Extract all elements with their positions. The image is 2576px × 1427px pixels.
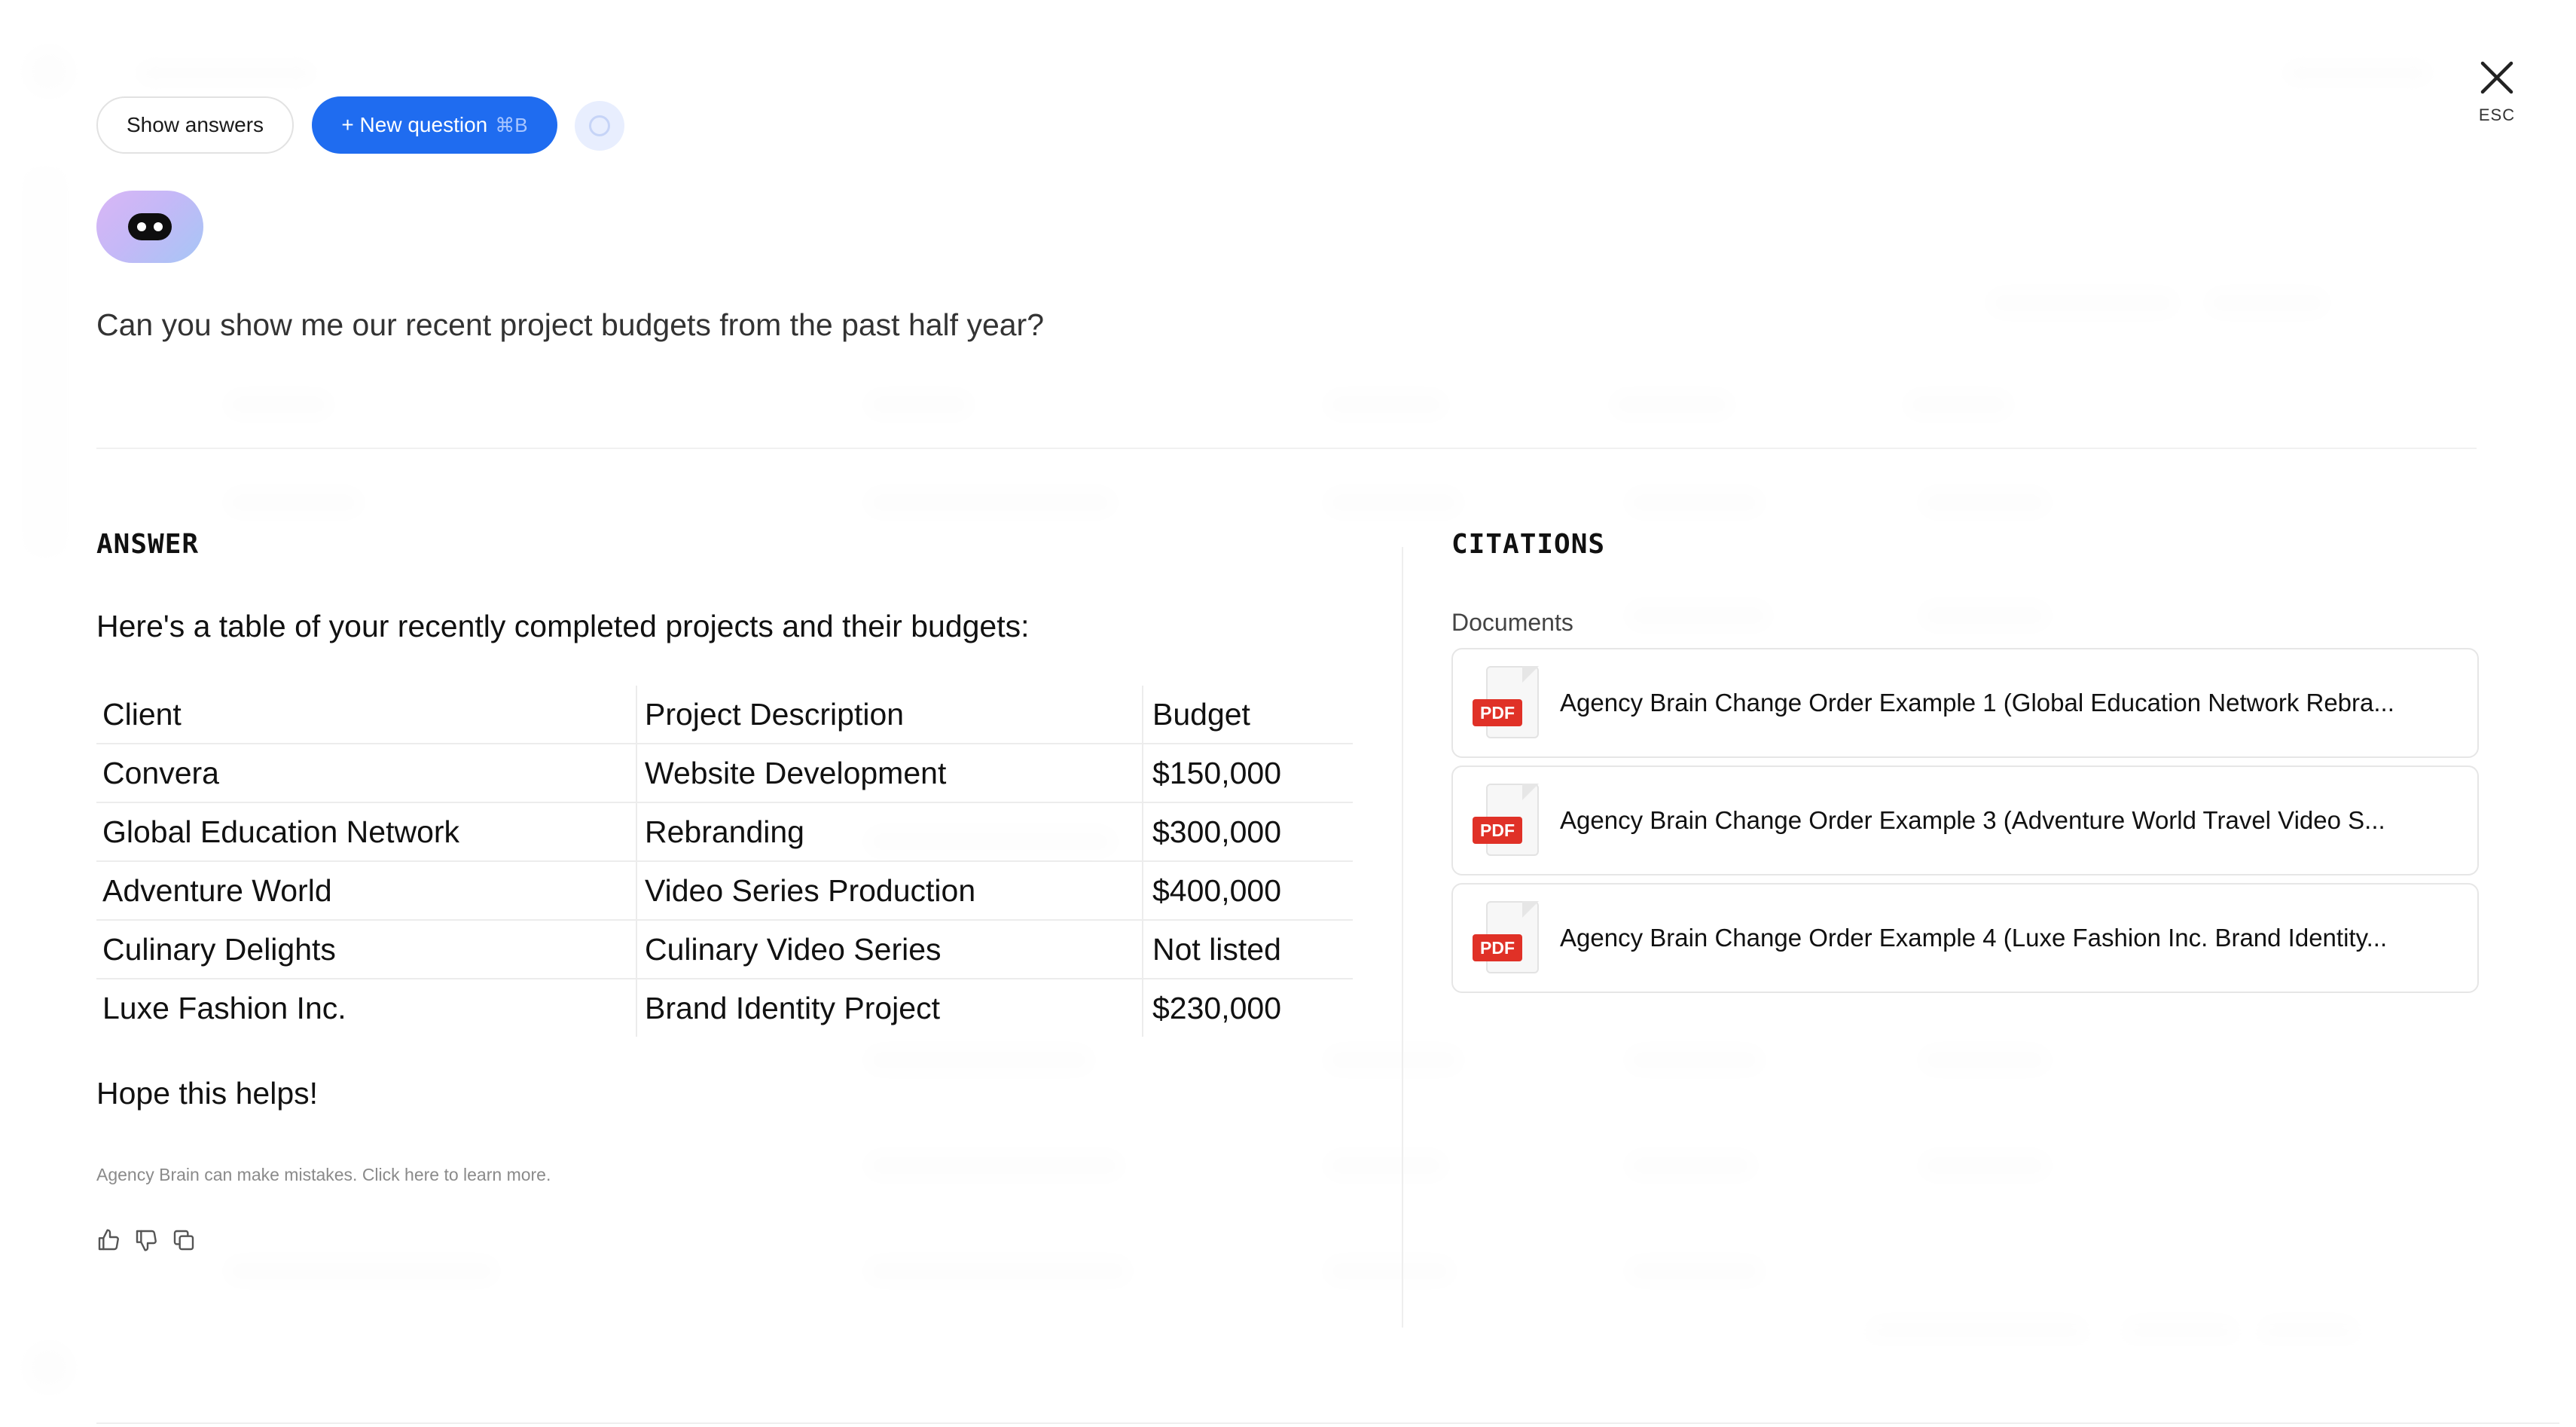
answer-heading: ANSWER xyxy=(96,529,200,560)
documents-label: Documents xyxy=(1451,609,1573,636)
column-divider xyxy=(1402,547,1403,1328)
table-row: Global Education Network Rebranding $300… xyxy=(96,802,1353,862)
citation-title: Agency Brain Change Order Example 1 (Glo… xyxy=(1560,689,2394,717)
table-header-row: Client Project Description Budget xyxy=(96,686,1353,744)
divider xyxy=(96,448,2477,449)
show-answers-label: Show answers xyxy=(126,113,264,136)
assistant-avatar xyxy=(96,191,203,263)
cell-client: Convera xyxy=(96,744,637,803)
cell-project: Website Development xyxy=(636,744,1143,803)
cell-budget: $400,000 xyxy=(1143,861,1353,921)
table-row: Adventure World Video Series Production … xyxy=(96,861,1353,921)
header-budget: Budget xyxy=(1143,686,1353,744)
cell-project: Culinary Video Series xyxy=(636,920,1143,979)
cell-project: Brand Identity Project xyxy=(636,979,1143,1037)
show-answers-button[interactable]: Show answers xyxy=(96,96,294,154)
loading-indicator-button[interactable] xyxy=(575,101,624,151)
cell-project: Rebranding xyxy=(636,802,1143,862)
budget-table: Client Project Description Budget Conver… xyxy=(96,686,1353,1037)
cell-budget: $230,000 xyxy=(1152,990,1282,1025)
question-text: Can you show me our recent project budge… xyxy=(96,307,1045,342)
citation-document[interactable]: PDF Agency Brain Change Order Example 1 … xyxy=(1451,648,2479,758)
table-row: Luxe Fashion Inc. Brand Identity Project… xyxy=(96,979,1353,1037)
table-row: Convera Website Development $150,000 xyxy=(96,744,1353,803)
citation-document[interactable]: PDF Agency Brain Change Order Example 3 … xyxy=(1451,765,2479,875)
cell-client: Culinary Delights xyxy=(96,920,637,979)
header-client: Client xyxy=(96,686,637,744)
citation-title: Agency Brain Change Order Example 4 (Lux… xyxy=(1560,924,2388,952)
pdf-file-icon: PDF xyxy=(1473,666,1542,740)
citation-title: Agency Brain Change Order Example 3 (Adv… xyxy=(1560,806,2385,834)
close-button[interactable]: ESC xyxy=(2471,60,2523,125)
new-question-button[interactable]: + New question ⌘B xyxy=(312,96,557,154)
spinner-icon xyxy=(589,115,610,136)
thumbs-up-icon[interactable] xyxy=(96,1228,121,1252)
pdf-badge: PDF xyxy=(1473,699,1522,726)
cell-client: Luxe Fashion Inc. xyxy=(96,979,637,1037)
pdf-badge: PDF xyxy=(1473,934,1522,961)
esc-label: ESC xyxy=(2478,105,2516,124)
pdf-file-icon: PDF xyxy=(1473,784,1542,857)
cell-client: Global Education Network xyxy=(96,802,637,862)
header-project-description: Project Description xyxy=(636,686,1143,744)
table-row: Culinary Delights Culinary Video Series … xyxy=(96,920,1353,979)
new-question-shortcut: ⌘B xyxy=(495,113,528,136)
cell-project: Video Series Production xyxy=(636,861,1143,921)
cell-budget: $150,000 xyxy=(1143,744,1353,803)
cell-budget: Not listed xyxy=(1143,920,1353,979)
answer-intro: Here's a table of your recently complete… xyxy=(96,609,1030,643)
answer-closing: Hope this helps! xyxy=(96,1076,319,1111)
pdf-file-icon: PDF xyxy=(1473,901,1542,975)
thumbs-down-icon[interactable] xyxy=(134,1228,158,1252)
cell-budget: $300,000 xyxy=(1143,802,1353,862)
copy-icon[interactable] xyxy=(172,1228,196,1252)
bottom-divider xyxy=(96,1422,2559,1424)
close-icon xyxy=(2480,61,2513,94)
citation-document[interactable]: PDF Agency Brain Change Order Example 4 … xyxy=(1451,883,2479,993)
disclaimer-link[interactable]: Agency Brain can make mistakes. Click he… xyxy=(96,1165,551,1185)
feedback-actions xyxy=(96,1228,196,1252)
new-question-label: + New question xyxy=(341,113,488,136)
citations-heading: CITATIONS xyxy=(1451,529,1606,560)
pdf-badge: PDF xyxy=(1473,817,1522,844)
cell-client: Adventure World xyxy=(96,861,637,921)
